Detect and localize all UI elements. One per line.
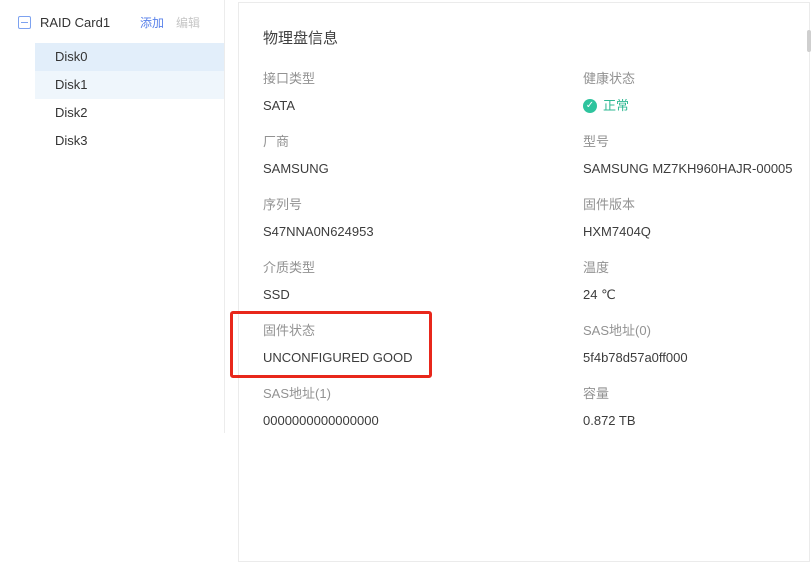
disk-list: Disk0 Disk1 Disk2 Disk3	[0, 43, 224, 155]
field-capacity: 容量 0.872 TB	[583, 385, 809, 430]
field-label: 序列号	[263, 196, 583, 214]
field-value: SSD	[263, 286, 583, 304]
scrollbar-thumb[interactable]	[807, 30, 811, 52]
field-sas-address-0: SAS地址(0) 5f4b78d57a0ff000	[583, 322, 809, 367]
sidebar-item-disk2[interactable]: Disk2	[35, 99, 224, 127]
field-value: 24 ℃	[583, 286, 809, 304]
field-label: SAS地址(1)	[263, 385, 583, 403]
field-value: 0.872 TB	[583, 412, 809, 430]
edit-link[interactable]: 编辑	[176, 14, 200, 31]
health-status-text: 正常	[603, 97, 629, 115]
page-title: 物理盘信息	[263, 27, 809, 48]
field-value: 5f4b78d57a0ff000	[583, 349, 809, 367]
field-media-type: 介质类型 SSD	[263, 259, 583, 304]
field-model: 型号 SAMSUNG MZ7KH960HAJR-00005	[583, 133, 809, 178]
field-label: 型号	[583, 133, 809, 151]
field-value: HXM7404Q	[583, 223, 809, 241]
sidebar-item-disk3[interactable]: Disk3	[35, 127, 224, 155]
field-value: SATA	[263, 97, 583, 115]
field-label: 固件版本	[583, 196, 809, 214]
field-value: SAMSUNG	[263, 160, 583, 178]
health-ok-check-icon: ✓	[583, 99, 597, 113]
field-label: 固件状态	[263, 322, 583, 340]
field-temperature: 温度 24 ℃	[583, 259, 809, 304]
field-firmware-status: 固件状态 UNCONFIGURED GOOD	[263, 322, 583, 367]
field-interface-type: 接口类型 SATA	[263, 70, 583, 115]
field-label: 厂商	[263, 133, 583, 151]
raid-card-node[interactable]: RAID Card1 添加 编辑	[0, 0, 224, 41]
sidebar-item-disk1[interactable]: Disk1	[35, 71, 224, 99]
raid-card-label: RAID Card1	[40, 15, 140, 30]
field-sas-address-1: SAS地址(1) 0000000000000000	[263, 385, 583, 430]
field-health-status: 健康状态 ✓ 正常	[583, 70, 809, 115]
field-vendor: 厂商 SAMSUNG	[263, 133, 583, 178]
field-value: UNCONFIGURED GOOD	[263, 349, 583, 367]
field-value: ✓ 正常	[583, 97, 809, 115]
add-link[interactable]: 添加	[140, 14, 164, 31]
collapse-minus-icon[interactable]	[18, 16, 31, 29]
field-serial-number: 序列号 S47NNA0N624953	[263, 196, 583, 241]
field-grid: 接口类型 SATA 健康状态 ✓ 正常 厂商 SAMSUNG 型号 SAMSUN…	[263, 70, 809, 448]
scrollbar	[806, 0, 812, 437]
field-value: 0000000000000000	[263, 412, 583, 430]
field-label: 温度	[583, 259, 809, 277]
field-label: 健康状态	[583, 70, 809, 88]
disk-tree-sidebar: RAID Card1 添加 编辑 Disk0 Disk1 Disk2 Disk3	[0, 0, 225, 433]
field-value: SAMSUNG MZ7KH960HAJR-00005	[583, 160, 809, 178]
field-label: 介质类型	[263, 259, 583, 277]
field-label: SAS地址(0)	[583, 322, 809, 340]
field-firmware-version: 固件版本 HXM7404Q	[583, 196, 809, 241]
field-label: 容量	[583, 385, 809, 403]
sidebar-item-disk0[interactable]: Disk0	[35, 43, 224, 71]
physical-disk-info-panel: 物理盘信息 接口类型 SATA 健康状态 ✓ 正常 厂商 SAMSUNG 型号 …	[238, 2, 810, 562]
field-value: S47NNA0N624953	[263, 223, 583, 241]
field-label: 接口类型	[263, 70, 583, 88]
